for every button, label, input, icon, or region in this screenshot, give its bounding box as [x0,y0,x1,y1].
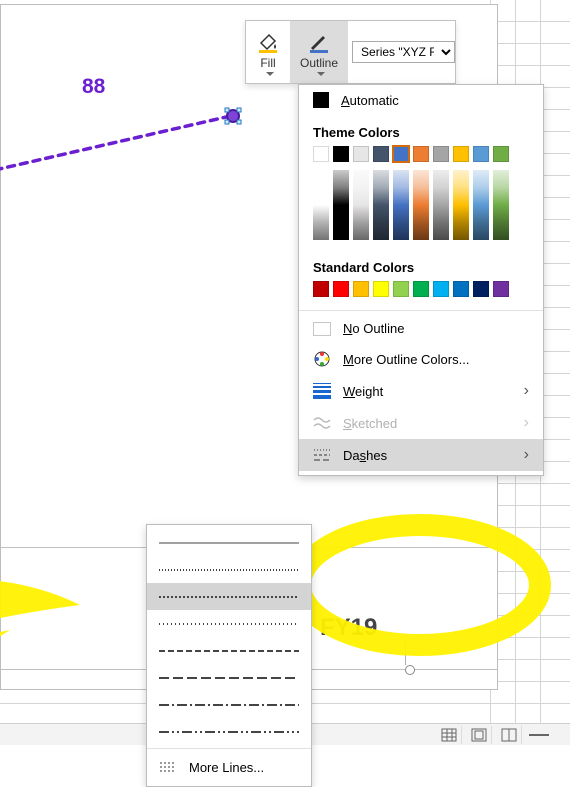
theme-color-swatch[interactable] [433,146,449,162]
dash-style-option[interactable] [147,664,311,691]
dash-style-option[interactable] [147,610,311,637]
standard-color-swatch[interactable] [473,281,489,297]
theme-tint-column[interactable] [393,170,409,240]
standard-colors-title: Standard Colors [299,250,543,281]
weight-icon [313,382,331,400]
theme-color-swatch[interactable] [413,146,429,162]
theme-tint-column[interactable] [453,170,469,240]
axis-tick [405,641,406,665]
view-page-layout-button[interactable] [466,726,492,744]
theme-colors-title: Theme Colors [299,115,543,146]
minus-icon [529,734,549,736]
more-colors-label: More Outline Colors... [343,352,469,367]
more-outline-colors-item[interactable]: More Outline Colors... [299,343,543,375]
color-wheel-icon [313,350,331,368]
outline-pen-icon [307,30,331,54]
more-lines-item[interactable]: More Lines... [147,752,311,782]
fill-bucket-icon [256,30,280,54]
theme-tint-column[interactable] [433,170,449,240]
theme-color-swatch[interactable] [333,146,349,162]
data-label[interactable]: 88 [82,75,105,99]
weight-label: Weight [343,384,383,399]
no-outline-icon [313,322,331,336]
theme-color-swatch[interactable] [393,146,409,162]
outline-dropdown: Automatic Theme Colors Standard Colors N… [298,84,544,476]
theme-color-swatch[interactable] [453,146,469,162]
more-lines-label: More Lines... [189,760,264,775]
chevron-right-icon: › [524,446,529,464]
theme-tint-column[interactable] [313,170,329,240]
fill-label: Fill [260,56,275,70]
sketched-label: Sketched [343,416,397,431]
no-outline-item[interactable]: No Outline [299,314,543,343]
axis-category-label[interactable]: FY19 [320,614,377,642]
automatic-color-item[interactable]: Automatic [299,85,543,115]
standard-color-swatch[interactable] [373,281,389,297]
chart-element-selector[interactable]: Series "XYZ Rat [352,41,455,63]
separator [299,310,543,311]
automatic-label: Automatic [341,93,399,108]
weight-submenu-item[interactable]: Weight › [299,375,543,407]
theme-tint-column[interactable] [333,170,349,240]
chevron-right-icon: › [524,382,529,400]
separator [147,748,311,749]
theme-color-swatch[interactable] [353,146,369,162]
theme-tint-column[interactable] [473,170,489,240]
automatic-swatch-icon [313,92,329,108]
theme-color-row [299,146,543,170]
no-outline-label: No Outline [343,321,404,336]
more-lines-icon [159,758,177,776]
theme-tint-column[interactable] [413,170,429,240]
theme-tint-columns [299,170,543,250]
theme-color-swatch[interactable] [493,146,509,162]
theme-color-swatch[interactable] [313,146,329,162]
theme-tint-column[interactable] [353,170,369,240]
fill-button[interactable]: Fill [246,21,290,83]
axis-tick-marker [405,665,417,677]
standard-color-swatch[interactable] [333,281,349,297]
outline-button[interactable]: Outline [290,21,348,83]
standard-color-swatch[interactable] [433,281,449,297]
standard-color-swatch[interactable] [493,281,509,297]
dash-style-option[interactable] [147,556,311,583]
caret-down-icon [266,72,274,76]
standard-color-swatch[interactable] [453,281,469,297]
sketched-submenu-item: Sketched › [299,407,543,439]
theme-color-swatch[interactable] [473,146,489,162]
standard-color-swatch[interactable] [353,281,369,297]
chart-data-point-selected[interactable] [224,107,242,125]
dash-style-option[interactable] [147,529,311,556]
dashes-submenu-item[interactable]: Dashes › [299,439,543,471]
view-normal-button[interactable] [436,726,462,744]
dash-style-option[interactable] [147,691,311,718]
dashes-icon [313,446,331,464]
standard-color-row [299,281,543,307]
dashes-label: Dashes [343,448,387,463]
caret-down-icon [317,72,325,76]
format-mini-toolbar: Fill Outline Series "XYZ Rat [245,20,456,84]
sketched-icon [313,414,331,432]
zoom-out-button[interactable] [526,726,552,744]
standard-color-swatch[interactable] [313,281,329,297]
theme-tint-column[interactable] [493,170,509,240]
dash-style-option[interactable] [147,718,311,745]
dash-style-option[interactable] [147,637,311,664]
theme-tint-column[interactable] [373,170,389,240]
outline-label: Outline [300,56,338,70]
view-page-break-button[interactable] [496,726,522,744]
chevron-right-icon: › [524,414,529,432]
theme-color-swatch[interactable] [373,146,389,162]
dashes-flyout: More Lines... [146,524,312,787]
dash-style-option[interactable] [147,583,311,610]
standard-color-swatch[interactable] [393,281,409,297]
standard-color-swatch[interactable] [413,281,429,297]
